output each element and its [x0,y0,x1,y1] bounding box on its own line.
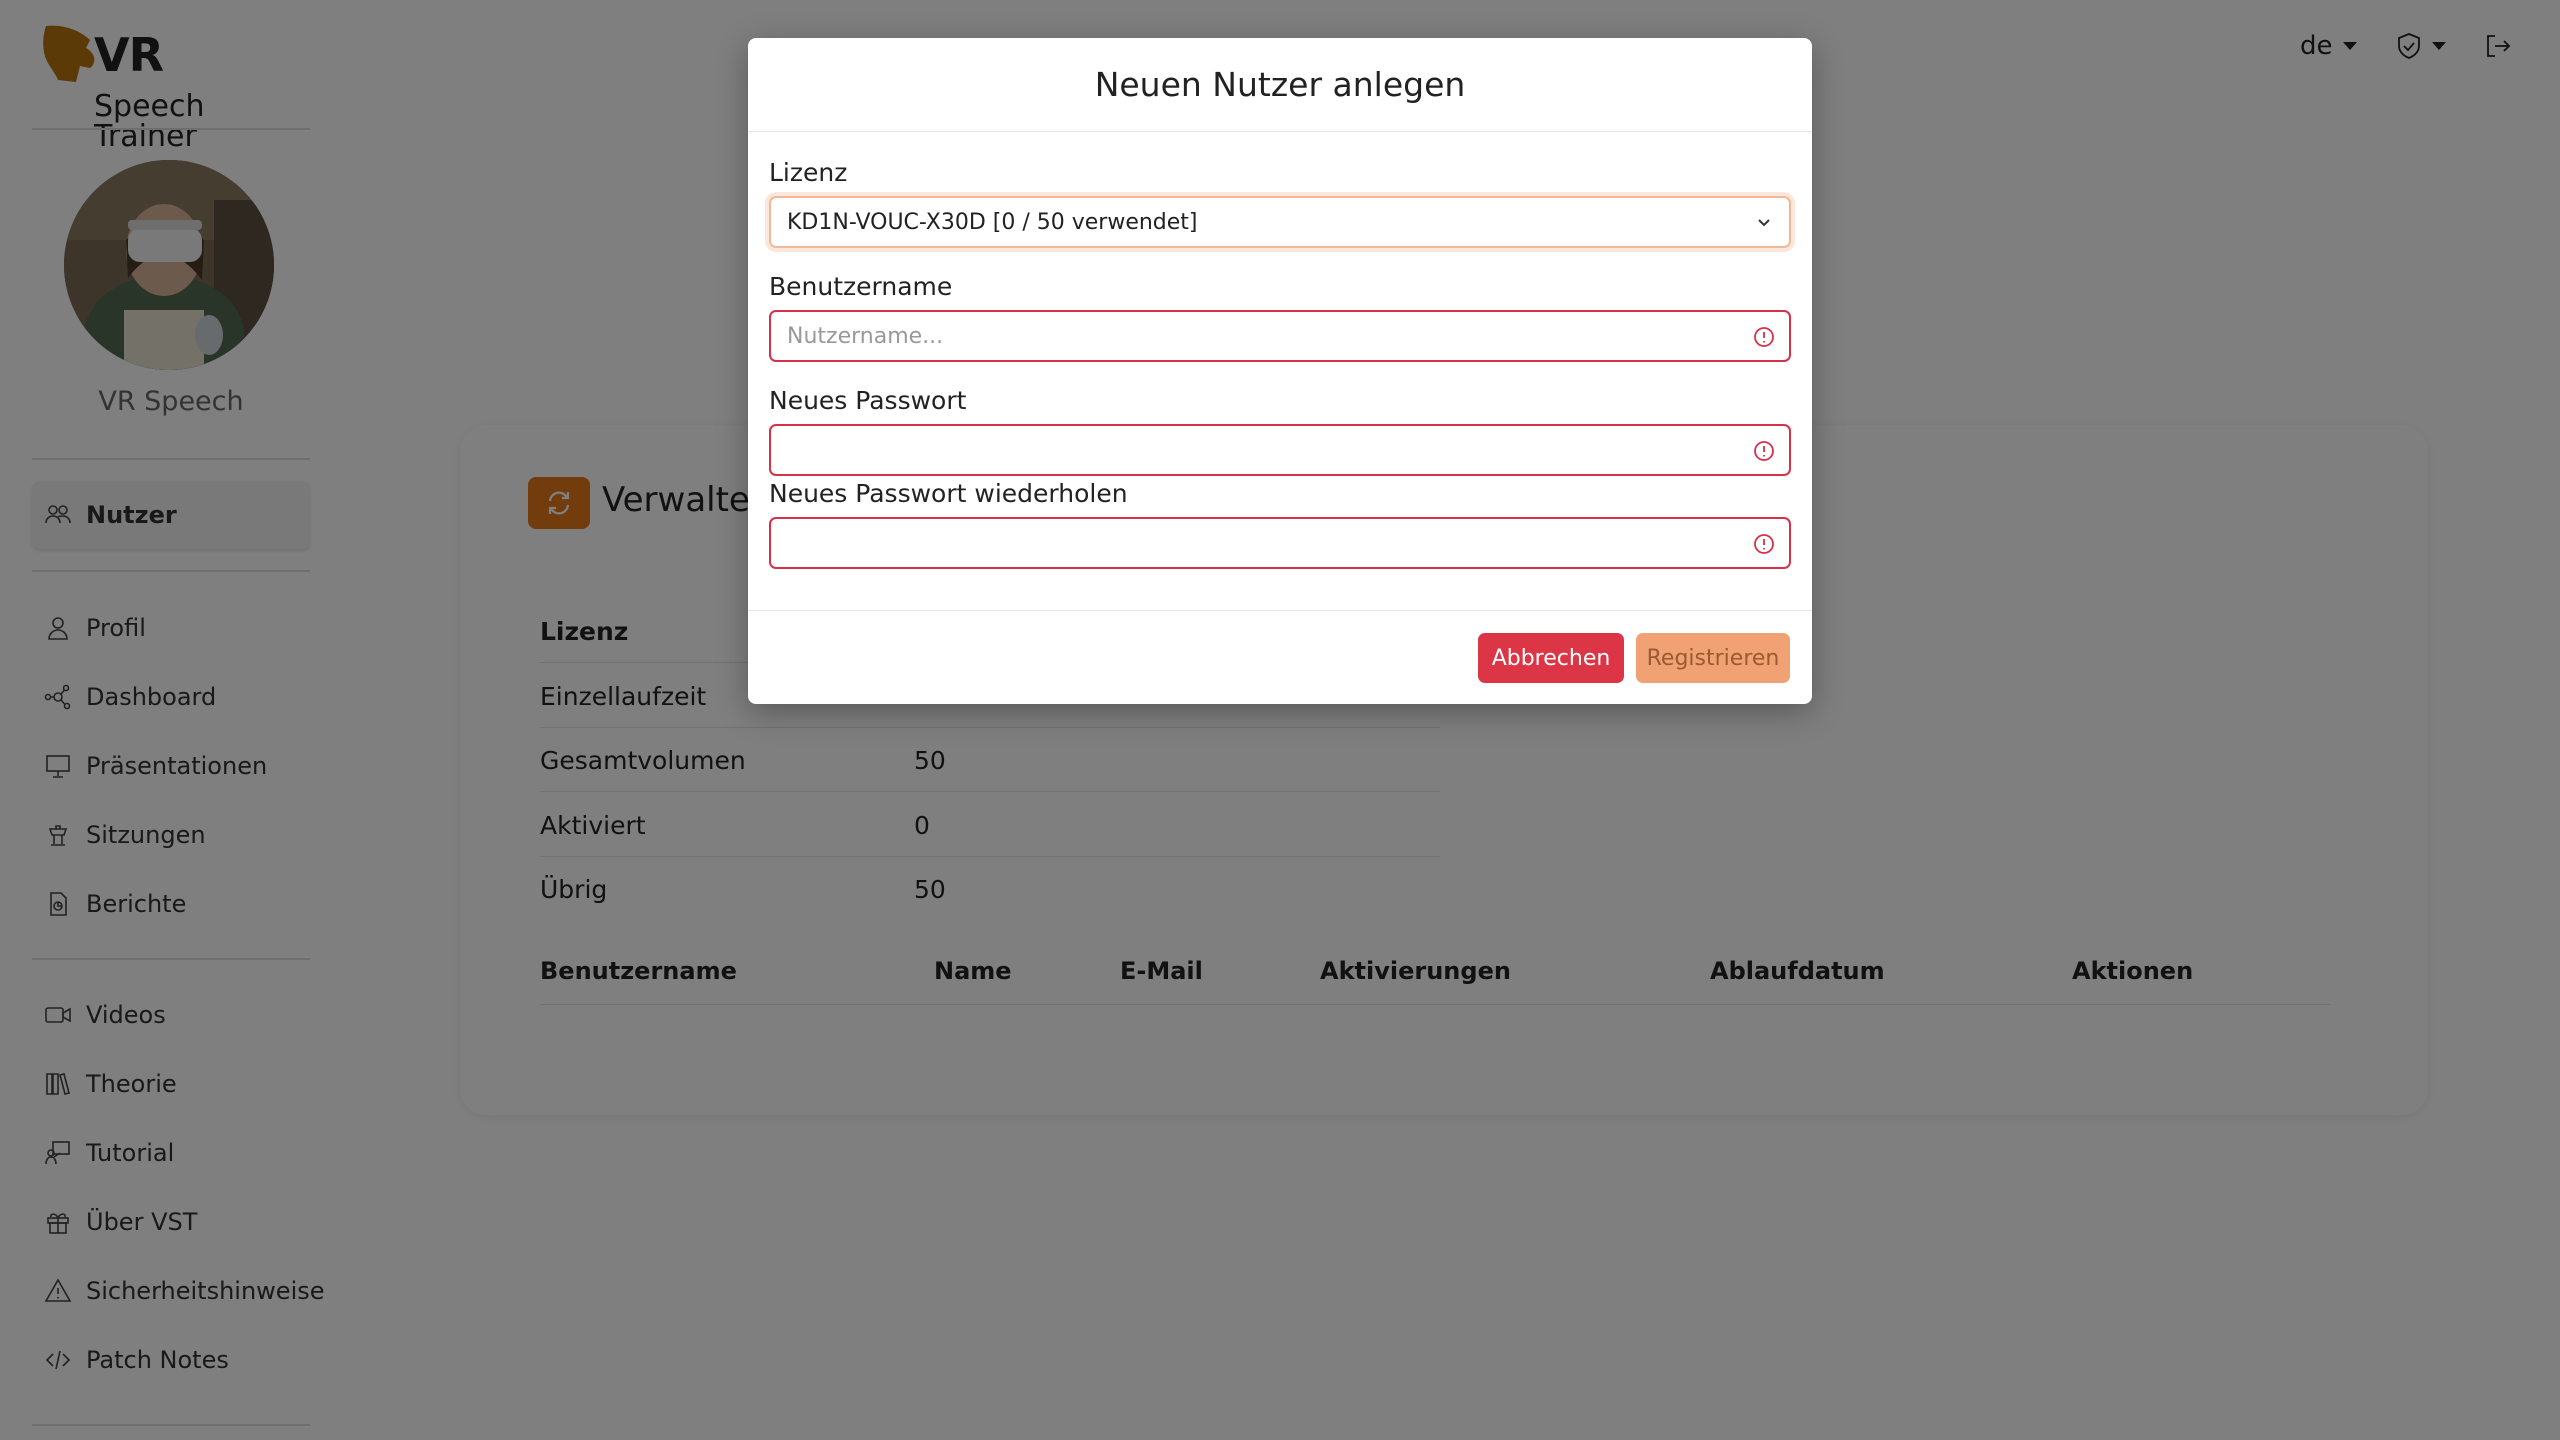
error-icon [1754,327,1774,347]
cancel-button[interactable]: Abbrechen [1478,633,1624,683]
license-select[interactable]: KD1N-VOUC-X30D [0 / 50 verwendet] [769,196,1791,248]
username-input[interactable]: Nutzername... [769,310,1791,362]
modal-header: Neuen Nutzer anlegen [748,38,1812,132]
error-icon [1754,534,1774,554]
password-input[interactable] [769,424,1791,476]
password-repeat-label: Neues Passwort wiederholen [769,479,1128,508]
username-label: Benutzername [769,272,953,301]
license-label: Lizenz [769,158,848,187]
password-label: Neues Passwort [769,386,967,415]
password-repeat-input[interactable] [769,517,1791,569]
username-placeholder: Nutzername... [787,323,944,349]
license-select-value: KD1N-VOUC-X30D [0 / 50 verwendet] [787,209,1198,235]
error-icon [1754,441,1774,461]
chevron-down-icon [1758,219,1770,227]
modal-title: Neuen Nutzer anlegen [1094,65,1466,104]
register-button[interactable]: Registrieren [1636,633,1790,683]
modal-footer: Abbrechen Registrieren [748,610,1812,704]
new-user-modal: Neuen Nutzer anlegen Lizenz KD1N-VOUC-X3… [748,38,1812,704]
